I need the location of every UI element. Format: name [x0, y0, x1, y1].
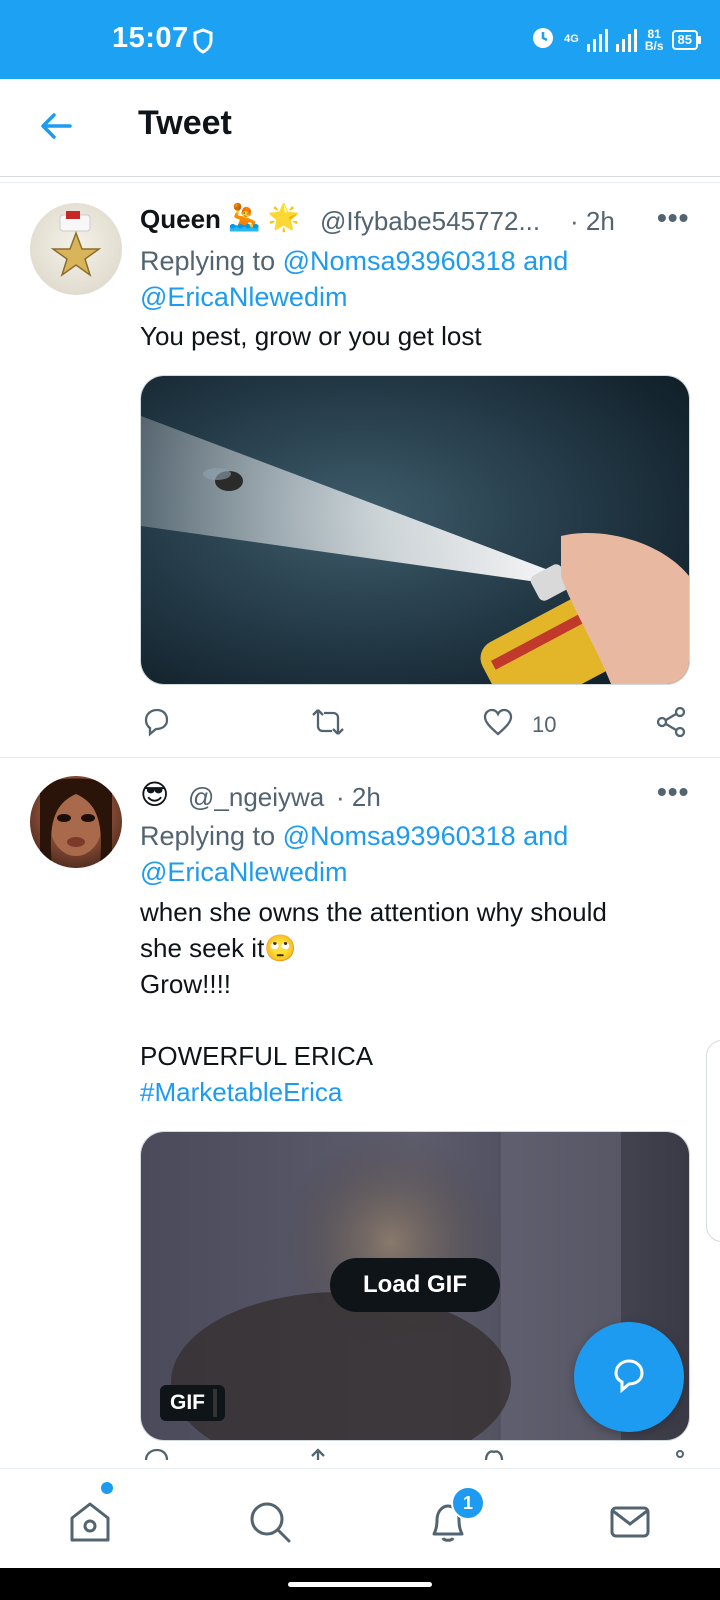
- reply-icon[interactable]: [140, 706, 172, 744]
- status-clock: 15:07: [112, 22, 189, 54]
- tweet-text-line: Grow!!!!: [140, 969, 232, 999]
- like-action[interactable]: 10: [482, 706, 556, 744]
- retweet-icon[interactable]: [310, 706, 346, 744]
- load-gif-button[interactable]: Load GIF: [330, 1258, 500, 1312]
- network-speed: 81 B/s: [645, 28, 664, 52]
- home-indicator[interactable]: [288, 1582, 432, 1587]
- nav-search-icon[interactable]: [248, 1500, 292, 1549]
- more-options-icon[interactable]: •••: [657, 202, 689, 234]
- heart-icon[interactable]: [482, 706, 514, 744]
- reply-prefix: Replying to: [140, 821, 283, 851]
- share-action[interactable]: [656, 706, 686, 744]
- tweet-text: when she owns the attention why should s…: [140, 894, 700, 1110]
- compose-reply-button[interactable]: [574, 1322, 684, 1432]
- mention-link[interactable]: @Nomsa93960318: [283, 246, 516, 276]
- tweet-text-line: POWERFUL ERICA: [140, 1041, 374, 1071]
- tweet-author-name[interactable]: Queen: [140, 204, 221, 235]
- notification-badge: 1: [451, 1486, 485, 1520]
- more-options-icon[interactable]: •••: [657, 776, 689, 808]
- tweet-time: · 2h: [336, 782, 381, 812]
- gif-badge: GIF: [160, 1385, 225, 1421]
- tweet-handle[interactable]: @_ngeiywa: [188, 782, 324, 813]
- reply-and[interactable]: and: [516, 821, 568, 851]
- tweet-handle[interactable]: @Ifybabe545772...: [320, 206, 540, 237]
- reply-and[interactable]: and: [516, 246, 568, 276]
- like-count: 10: [532, 712, 557, 737]
- avatar[interactable]: [30, 203, 122, 295]
- retweet-action[interactable]: [310, 706, 346, 744]
- network-speed-value: 81: [647, 26, 661, 41]
- reply-bubble-icon[interactable]: [609, 1355, 649, 1400]
- mention-link[interactable]: @EricaNlewedim: [140, 282, 347, 312]
- share-icon[interactable]: [656, 706, 686, 744]
- tweet-time: · 2h: [570, 206, 615, 236]
- alarm-icon: [530, 24, 556, 55]
- network-type: 4G: [564, 33, 579, 45]
- nav-messages-icon[interactable]: [608, 1500, 652, 1549]
- shield-icon: [192, 28, 214, 59]
- avatar[interactable]: [30, 776, 122, 868]
- tweet-text-line: when she owns the attention why should: [140, 897, 607, 927]
- tweet-text: You pest, grow or you get lost: [140, 321, 482, 351]
- signal-icon-2: [615, 28, 637, 52]
- reply-context: Replying to @Nomsa93960318 and @EricaNle…: [140, 243, 700, 315]
- tweet-text-line: she seek it🙄: [140, 933, 297, 963]
- divider: [0, 182, 720, 183]
- network-speed-unit: B/s: [644, 38, 664, 53]
- nav-home-icon[interactable]: [68, 1500, 112, 1549]
- edge-panel-handle[interactable]: [706, 1040, 720, 1242]
- tweet-actions-peek: [0, 1440, 720, 1468]
- gif-badge-label: GIF: [170, 1391, 205, 1414]
- status-bar: 15:07 4G 81 B/s 85: [0, 0, 720, 79]
- mention-link[interactable]: @Nomsa93960318: [283, 821, 516, 851]
- app-header: [0, 79, 720, 177]
- back-arrow-icon[interactable]: [38, 109, 74, 148]
- home-unread-dot: [101, 1482, 113, 1494]
- author-emoji: 😎: [140, 779, 170, 810]
- page-title: Tweet: [138, 104, 232, 142]
- hashtag-link[interactable]: #MarketableErica: [140, 1074, 700, 1110]
- battery-icon: 85: [671, 29, 702, 50]
- author-emoji: 🤽 🌟: [228, 202, 300, 232]
- mention-link[interactable]: @EricaNlewedim: [140, 857, 347, 887]
- reply-prefix: Replying to: [140, 246, 283, 276]
- status-icons: 4G 81 B/s 85: [530, 24, 702, 55]
- tweet-image[interactable]: [140, 375, 690, 685]
- signal-icon: [586, 28, 608, 52]
- tweet-divider: [0, 757, 720, 758]
- reply-action[interactable]: [140, 706, 172, 744]
- reply-context: Replying to @Nomsa93960318 and @EricaNle…: [140, 818, 700, 890]
